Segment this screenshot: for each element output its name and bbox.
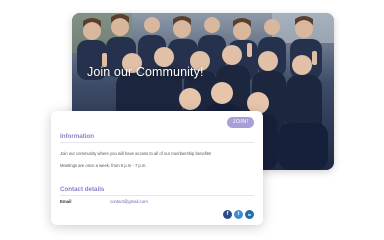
email-label: Email [60, 199, 72, 204]
contact-heading: Contact details [60, 186, 105, 193]
email-link[interactable]: contact@gmail.com [110, 199, 148, 204]
twitter-icon[interactable]: t [234, 210, 243, 219]
hero-title: Join our Community! [87, 65, 204, 79]
membership-card: JOIN! Information Join our community whe… [51, 111, 263, 225]
linkedin-icon[interactable]: in [245, 210, 254, 219]
information-line-meetings: Meetings are once a week, from 5 p.m - 7… [60, 163, 147, 168]
information-divider [60, 142, 254, 143]
join-button[interactable]: JOIN! [227, 117, 254, 128]
facebook-icon[interactable]: f [223, 210, 232, 219]
contact-divider [60, 195, 254, 196]
information-heading: Information [60, 133, 95, 140]
information-line-benefits: Join our community where you will have a… [60, 151, 212, 156]
